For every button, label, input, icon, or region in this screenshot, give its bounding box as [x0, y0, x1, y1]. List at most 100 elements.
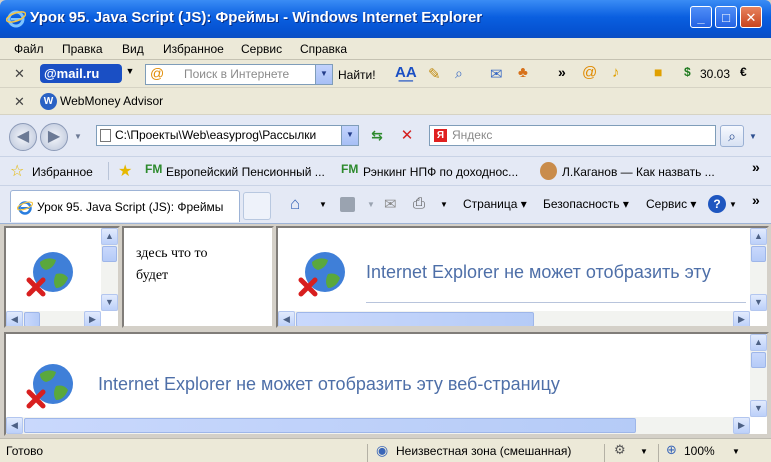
zoom-dropdown-icon[interactable]: ▼	[732, 447, 740, 456]
maximize-button[interactable]: □	[715, 6, 737, 28]
feeds-icon[interactable]	[340, 197, 355, 212]
search-dropdown-icon[interactable]: ▼	[315, 65, 332, 84]
scroll-down-button[interactable]: ▼	[750, 400, 767, 417]
scroll-left-button[interactable]: ◀	[278, 311, 295, 326]
add-favorite-icon[interactable]: ★	[118, 161, 132, 181]
scroll-down-button[interactable]: ▼	[750, 294, 767, 311]
scroll-left-button[interactable]: ◀	[6, 417, 23, 434]
more-chevron-icon[interactable]: »	[752, 159, 760, 175]
home-dropdown-icon[interactable]: ▼	[319, 200, 327, 209]
more-chevron-icon[interactable]: »	[558, 64, 566, 80]
ie-page-icon	[17, 201, 33, 215]
new-tab-button[interactable]	[243, 192, 271, 220]
mail-icon[interactable]: ✉	[490, 65, 503, 83]
status-text: Готово	[6, 444, 44, 458]
scroll-thumb[interactable]	[751, 246, 766, 262]
games-icon[interactable]: ■	[654, 64, 662, 80]
scroll-thumb[interactable]	[24, 312, 40, 326]
menu-view[interactable]: Вид	[122, 42, 144, 56]
menu-favorites[interactable]: Избранное	[163, 42, 224, 56]
close-button[interactable]: ✕	[740, 6, 762, 28]
search-icon[interactable]: ⌕	[720, 125, 744, 147]
toolbar-close-icon[interactable]: ✕	[14, 66, 25, 82]
favorites-button[interactable]: Избранное	[32, 165, 93, 179]
stop-button[interactable]: ✕	[394, 125, 420, 147]
highlight-icon[interactable]: ✎	[428, 65, 441, 83]
scroll-up-button[interactable]: ▲	[101, 228, 118, 245]
find-button[interactable]: Найти!	[338, 68, 376, 82]
currency-icon: $	[684, 65, 691, 79]
protected-mode-icon[interactable]: ⚙	[614, 442, 626, 458]
scroll-thumb[interactable]	[102, 246, 117, 262]
horizontal-scrollbar[interactable]: ◀ ▶	[278, 311, 750, 326]
globe-error-icon	[26, 252, 73, 297]
scroll-down-button[interactable]: ▼	[101, 294, 118, 311]
more-chevron-icon[interactable]: »	[752, 192, 760, 208]
agent-icon[interactable]: @	[582, 64, 597, 81]
frame-bottom: Internet Explorer не может отобразить эт…	[4, 332, 769, 436]
address-input[interactable]: C:\Проекты\Web\easyprog\Рассылки ▼	[96, 125, 359, 146]
forward-button[interactable]: ▶	[40, 123, 68, 151]
chevron-down-icon[interactable]: ▼	[122, 66, 138, 82]
zoom-level[interactable]: 100%	[684, 444, 715, 458]
scroll-up-button[interactable]: ▲	[750, 228, 767, 245]
people-icon[interactable]: ♣	[518, 64, 528, 81]
scroll-thumb[interactable]	[296, 312, 534, 326]
home-icon[interactable]: ⌂	[290, 194, 300, 214]
menu-edit[interactable]: Правка	[62, 42, 103, 56]
print-icon[interactable]: ⎙	[413, 195, 425, 212]
favorite-link-3[interactable]: Л.Каганов — Как назвать ...	[562, 165, 715, 179]
horizontal-scrollbar[interactable]: ◀ ▶	[6, 417, 750, 434]
search-engine-icon[interactable]: @	[150, 65, 164, 81]
scroll-right-button[interactable]: ▶	[733, 417, 750, 434]
safety-menu[interactable]: Безопасность ▾	[543, 197, 629, 211]
menu-help[interactable]: Справка	[300, 42, 347, 56]
help-dropdown-icon[interactable]: ▼	[729, 200, 737, 209]
tools-menu[interactable]: Сервис ▾	[646, 197, 696, 211]
webmoney-icon: W	[40, 93, 57, 110]
search-input[interactable]: Поиск в Интернете ▼	[145, 64, 333, 85]
text-size-icon[interactable]: A͟A	[395, 64, 417, 81]
scroll-right-button[interactable]: ▶	[733, 311, 750, 326]
scroll-right-button[interactable]: ▶	[84, 311, 101, 326]
read-mail-icon[interactable]: ✉	[384, 195, 397, 213]
currency-value[interactable]: 30.03	[700, 67, 730, 81]
scroll-left-button[interactable]: ◀	[6, 311, 23, 326]
title-bar: Урок 95. Java Script (JS): Фреймы - Wind…	[0, 0, 771, 38]
toolbar-close-icon[interactable]: ✕	[14, 94, 25, 110]
yandex-search-input[interactable]: Яндекс	[429, 125, 716, 146]
window-title: Урок 95. Java Script (JS): Фреймы - Wind…	[30, 9, 483, 26]
feeds-dropdown-icon[interactable]: ▼	[367, 200, 375, 209]
mailru-logo[interactable]: @mail.ru	[40, 64, 122, 83]
scroll-thumb[interactable]	[751, 352, 766, 368]
menu-tools[interactable]: Сервис	[241, 42, 282, 56]
vertical-scrollbar[interactable]: ▲ ▼	[101, 228, 118, 311]
scroll-up-button[interactable]: ▲	[750, 334, 767, 351]
navigation-bar: ◀ ▶ ▼ C:\Проекты\Web\easyprog\Рассылки ▼…	[0, 115, 771, 157]
favorite-link-2[interactable]: Рэнкинг НПФ по доходнос...	[363, 165, 518, 179]
search-options-icon[interactable]: ▼	[749, 132, 757, 141]
menu-file[interactable]: Файл	[14, 42, 44, 56]
vertical-scrollbar[interactable]: ▲ ▼	[750, 228, 767, 311]
favorite-link-1[interactable]: Европейский Пенсионный ...	[166, 165, 325, 179]
minimize-button[interactable]: _	[690, 6, 712, 28]
page-menu[interactable]: Страница ▾	[463, 197, 527, 211]
music-icon[interactable]: ♪	[612, 64, 620, 81]
security-zone[interactable]: Неизвестная зона (смешанная)	[396, 444, 571, 458]
address-dropdown-icon[interactable]: ▼	[341, 126, 358, 145]
refresh-button[interactable]: ⇆	[364, 125, 390, 147]
print-dropdown-icon[interactable]: ▼	[440, 200, 448, 209]
horizontal-scrollbar[interactable]: ◀ ▶	[6, 311, 101, 326]
divider	[366, 302, 746, 303]
webmoney-label[interactable]: WebMoney Advisor	[60, 94, 163, 108]
tab-active[interactable]: Урок 95. Java Script (JS): Фреймы	[10, 190, 240, 222]
back-button[interactable]: ◀	[9, 123, 37, 151]
help-icon[interactable]: ?	[708, 195, 726, 213]
zoom-page-icon[interactable]: ⌕	[455, 65, 463, 82]
history-dropdown-icon[interactable]: ▼	[74, 132, 82, 141]
site-icon: FM	[341, 162, 359, 176]
scroll-thumb[interactable]	[24, 418, 636, 433]
euro-icon[interactable]: €	[740, 65, 747, 79]
protected-dropdown-icon[interactable]: ▼	[640, 447, 648, 456]
vertical-scrollbar[interactable]: ▲ ▼	[750, 334, 767, 417]
